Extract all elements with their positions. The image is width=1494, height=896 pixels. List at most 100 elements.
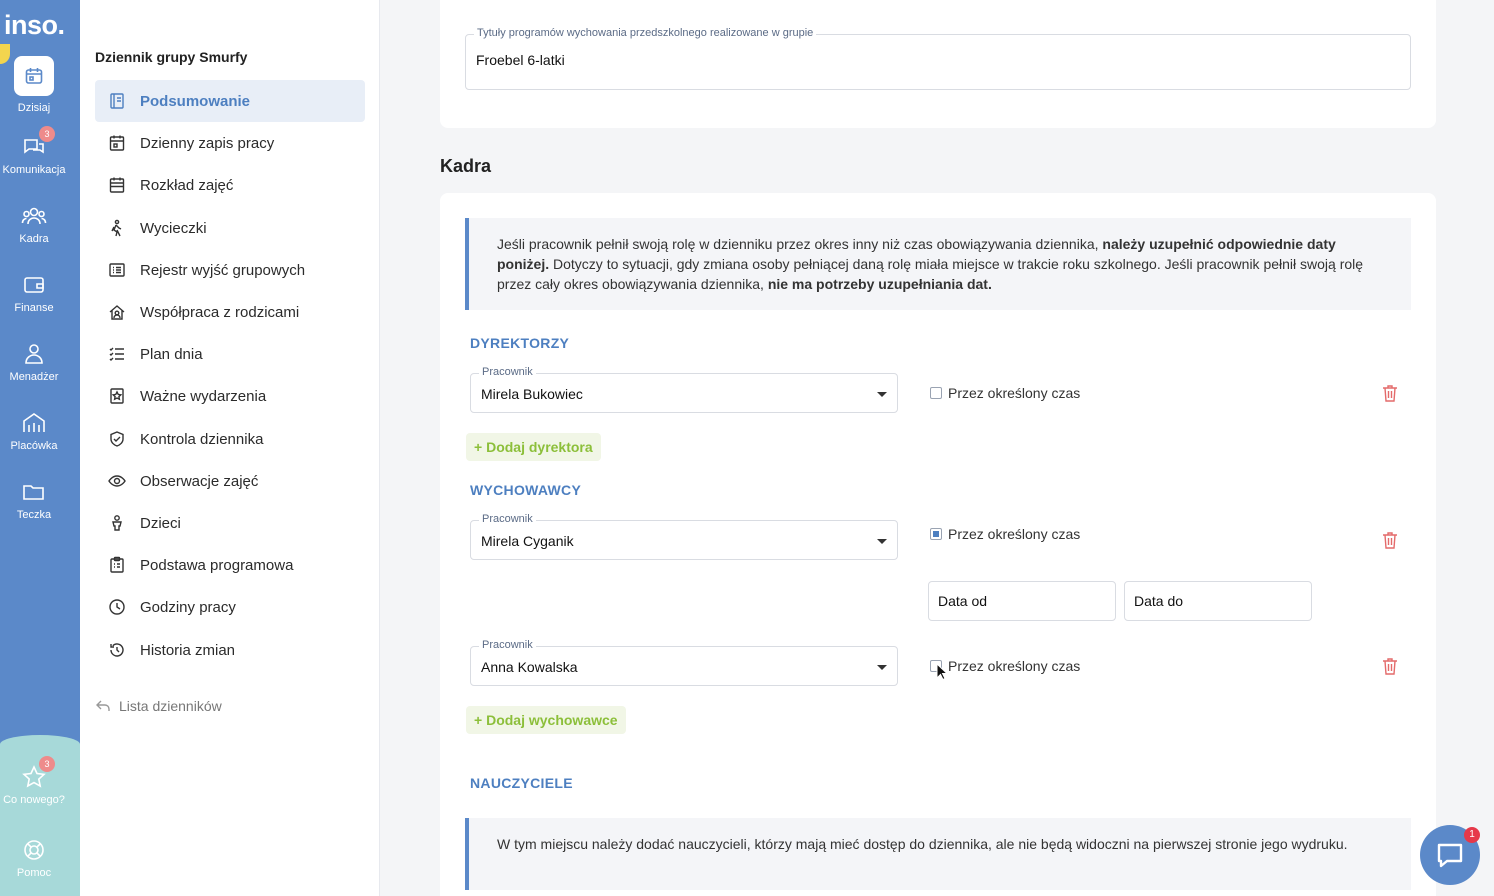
field-value: Mirela Cyganik [481,533,574,549]
nav-rozklad-zajec[interactable]: Rozkład zajęć [95,164,365,206]
nav-rejestr-wyjsc[interactable]: Rejestr wyjść grupowych [95,249,365,291]
rail-label: Finanse [14,302,54,314]
field-label: Tytuły programów wychowania przedszkolne… [474,27,817,39]
folder-icon [23,485,44,500]
nav-label: Współpraca z rodzicami [140,303,300,321]
list-icon [109,263,125,277]
rail-item-dzisiaj[interactable]: Dzisiaj [0,56,68,114]
child-icon [112,515,122,531]
field-label: Pracownik [479,366,536,378]
trash-icon[interactable] [1382,531,1398,549]
add-director-button[interactable]: + Dodaj dyrektora [466,433,601,461]
director-period-checkbox[interactable]: Przez określony czas [930,385,1080,401]
nav-podsumowanie[interactable]: Podsumowanie [95,80,365,122]
nav-wazne-wydarzenia[interactable]: Ważne wydarzenia [95,375,365,417]
class-teacher-2-period-checkbox[interactable]: Przez określony czas [930,658,1080,674]
nav-wspolpraca[interactable]: Współpraca z rodzicami [95,291,365,333]
nav-label: Wycieczki [140,219,207,237]
rail-item-kadra[interactable]: Kadra [0,203,68,245]
field-value: Mirela Bukowiec [481,386,583,402]
info-text: Jeśli pracownik pełnił swoją rolę w dzie… [497,236,1099,252]
info-text: W tym miejscu należy dodać nauczycieli, … [497,836,1348,852]
app-logo[interactable]: inso. [4,10,65,41]
event-icon [110,388,124,404]
people-icon [21,207,47,225]
kadra-info-box: Jeśli pracownik pełnił swoją rolę w dzie… [465,218,1411,310]
back-to-journals-link[interactable]: Lista dzienników [95,698,222,714]
house-icon [109,305,125,320]
nav-label: Podstawa programowa [140,556,294,574]
class-teacher-select-1[interactable]: Pracownik Mirela Cyganik [470,513,898,560]
support-chat-button[interactable]: 1 [1420,825,1480,885]
back-arrow-icon [96,700,110,711]
field-label: Pracownik [479,513,536,525]
add-class-teacher-button[interactable]: + Dodaj wychowawce [466,706,626,734]
rail-label: Dzisiaj [17,102,51,114]
button-label: Dodaj dyrektora [486,439,593,455]
rail-item-finanse[interactable]: Finanse [0,272,68,314]
kadra-card: Jeśli pracownik pełnił swoją rolę w dzie… [440,193,1436,896]
notification-badge: 3 [39,756,55,772]
journal-sidebar: Dziennik grupy Smurfy Podsumowanie Dzien… [80,0,380,896]
back-label: Lista dzienników [119,698,222,714]
nav-godziny-pracy[interactable]: Godziny pracy [95,586,365,628]
field-value: Froebel 6-latki [476,52,565,68]
nav-label: Ważne wydarzenia [140,387,267,405]
chat-badge: 1 [1464,827,1480,843]
mouse-cursor-icon [936,663,948,681]
program-titles-field[interactable]: Tytuły programów wychowania przedszkolne… [465,27,1411,90]
checkbox-label: Przez określony czas [948,526,1081,542]
rail-label: Komunikacja [2,164,66,176]
date-to-input[interactable]: Data do [1124,581,1312,621]
nav-dzienny-zapis[interactable]: Dzienny zapis pracy [95,122,365,164]
rail-item-co-nowego[interactable]: 3 Co nowego? [0,756,68,806]
rail-item-pomoc[interactable]: Pomoc [0,837,68,879]
chevron-down-icon[interactable] [877,539,887,544]
director-select[interactable]: Pracownik Mirela Bukowiec [470,366,898,413]
nav-dzieci[interactable]: Dzieci [95,502,365,544]
nav-podstawa-programowa[interactable]: Podstawa programowa [95,544,365,586]
nav-kontrola-dziennika[interactable]: Kontrola dziennika [95,418,365,460]
nav-label: Plan dnia [140,345,203,363]
nav-label: Godziny pracy [140,598,236,616]
nav-label: Historia zmian [140,641,236,659]
chevron-down-icon[interactable] [877,392,887,397]
eye-icon [108,475,126,487]
trash-icon[interactable] [1382,384,1398,402]
teachers-heading: NAUCZYCIELE [470,775,573,791]
calendar-day-icon [109,135,125,151]
chat-bubble-icon [1437,843,1463,868]
lifebuoy-icon [24,840,44,860]
class-teachers-heading: WYCHOWAWCY [470,482,582,498]
nav-plan-dnia[interactable]: Plan dnia [95,333,365,375]
checkbox-label: Przez określony czas [948,385,1081,401]
teachers-info-box: W tym miejscu należy dodać nauczycieli, … [465,818,1411,890]
info-bold: nie ma potrzeby uzupełniania dat. [767,276,992,292]
checkbox-box[interactable] [930,387,942,399]
rail-item-menadzer[interactable]: Menadżer [0,341,68,383]
date-from-input[interactable]: Data od [928,581,1116,621]
rail-item-komunikacja[interactable]: 3 Komunikacja [0,126,68,176]
button-label: Dodaj wychowawce [486,712,618,728]
directors-heading: DYREKTORZY [470,335,570,351]
nav-label: Dzienny zapis pracy [140,134,275,152]
class-teacher-1-period-checkbox[interactable]: Przez określony czas [930,526,1080,542]
rail-item-teczka[interactable]: Teczka [0,479,68,521]
nav-label: Obserwacje zajęć [140,472,259,490]
class-teacher-select-2[interactable]: Pracownik Anna Kowalska [470,639,898,686]
rail-label: Pomoc [16,867,52,879]
rail-item-placowka[interactable]: Placówka [0,410,68,452]
notification-badge: 3 [39,126,55,142]
nav-historia-zmian[interactable]: Historia zmian [95,629,365,671]
nav-label: Dzieci [140,514,181,532]
nav-label: Rejestr wyjść grupowych [140,261,306,279]
kadra-heading: Kadra [440,156,492,176]
journal-title: Dziennik grupy Smurfy [95,49,248,65]
nav-obserwacje[interactable]: Obserwacje zajęć [95,460,365,502]
program-card: Tytuły programów wychowania przedszkolne… [440,0,1436,128]
clock-icon [109,599,125,615]
chevron-down-icon[interactable] [877,665,887,670]
checkbox-box-checked[interactable] [930,528,942,540]
trash-icon[interactable] [1382,657,1398,675]
nav-wycieczki[interactable]: Wycieczki [95,207,365,249]
